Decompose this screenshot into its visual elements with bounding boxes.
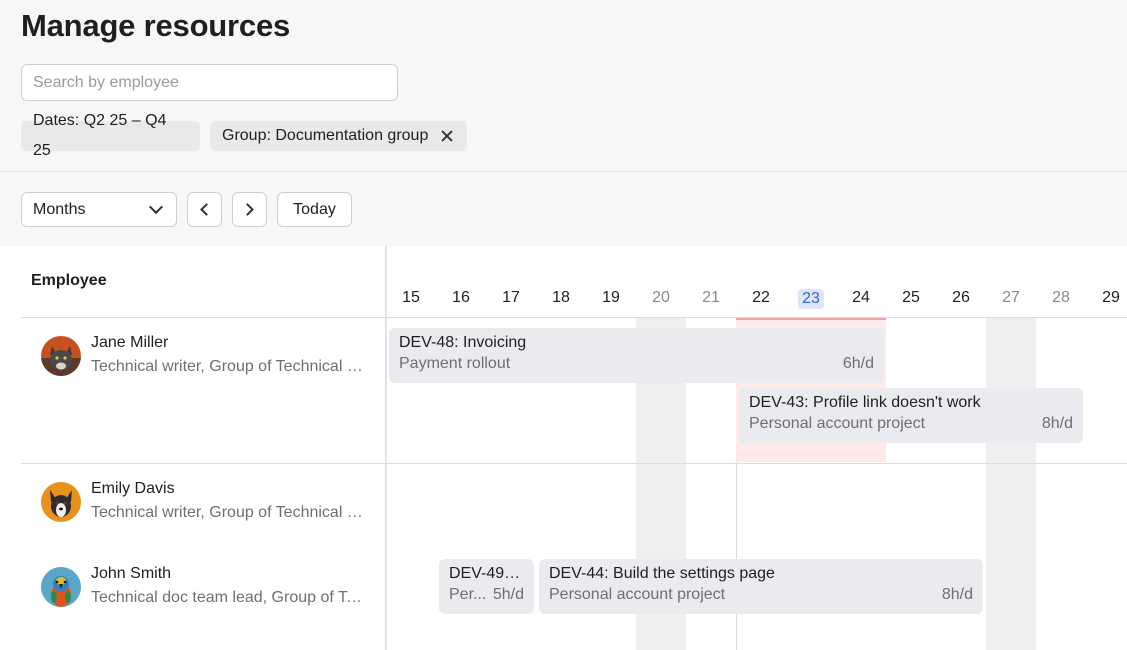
day-header: 26 <box>952 289 970 306</box>
day-header: 25 <box>902 289 920 306</box>
employee-role: Technical writer, Group of Technical Wri… <box>91 504 366 521</box>
day-header: 20 <box>652 289 670 306</box>
day-header: 24 <box>852 289 870 306</box>
row-divider <box>21 463 1127 464</box>
day-header: 29 <box>1102 289 1120 306</box>
day-header: 18 <box>552 289 570 306</box>
task-project: Per... <box>449 586 487 603</box>
filter-chip-dates-label: Dates: Q2 25 – Q4 25 <box>33 112 167 159</box>
weekend-column <box>986 318 1036 650</box>
dog-avatar-icon <box>41 482 81 522</box>
day-header-today: 23 <box>786 289 836 309</box>
task-hours: 6h/d <box>842 355 874 372</box>
task-project: Personal account project <box>749 415 926 432</box>
employee-role: Technical doc team lead, Group of Techni… <box>91 589 366 606</box>
today-button-label: Today <box>293 200 336 218</box>
task-title: DEV-44: Build the settings page <box>549 565 775 582</box>
view-select-value: Months <box>33 200 86 218</box>
parrot-avatar-icon <box>41 567 81 607</box>
filter-chip-group-label: Group: Documentation group <box>222 127 429 144</box>
previous-button[interactable] <box>187 192 222 227</box>
chevron-right-icon <box>241 203 254 216</box>
employee-column-header: Employee <box>31 272 107 289</box>
day-header: 28 <box>1052 289 1070 306</box>
employee-name[interactable]: John Smith <box>91 565 171 583</box>
task-bar[interactable]: DEV-44: Build the settings page Personal… <box>539 559 983 614</box>
task-hours: 8h/d <box>941 586 973 603</box>
task-title: DEV-49: ... <box>449 565 524 582</box>
task-project: Payment rollout <box>399 355 511 372</box>
avatar <box>41 336 81 376</box>
employee-name[interactable]: Jane Miller <box>91 334 168 352</box>
avatar <box>41 482 81 522</box>
task-bar[interactable]: DEV-43: Profile link doesn't work Person… <box>739 388 1083 443</box>
search-input[interactable] <box>22 65 397 100</box>
day-header: 19 <box>602 289 620 306</box>
avatar <box>41 567 81 607</box>
task-hours: 8h/d <box>1041 415 1073 432</box>
task-bar[interactable]: DEV-48: Invoicing Payment rollout 6h/d <box>389 328 884 383</box>
view-select[interactable]: Months <box>21 192 177 227</box>
cat-avatar-icon <box>41 336 81 376</box>
today-button[interactable]: Today <box>277 192 352 227</box>
section-divider <box>0 171 1127 172</box>
day-header: 17 <box>502 289 520 306</box>
employee-search[interactable] <box>21 64 398 101</box>
page-title: Manage resources <box>21 8 291 43</box>
day-header: 15 <box>402 289 420 306</box>
day-header: 21 <box>702 289 720 306</box>
day-header: 22 <box>752 289 770 306</box>
task-hours: 5h/d <box>492 586 524 603</box>
row-divider <box>21 317 1127 318</box>
filter-chip-dates[interactable]: Dates: Q2 25 – Q4 25 <box>21 112 200 159</box>
task-title: DEV-48: Invoicing <box>399 334 527 351</box>
task-project: Personal account project <box>549 586 726 603</box>
day-header: 16 <box>452 289 470 306</box>
employee-name[interactable]: Emily Davis <box>91 480 175 498</box>
task-title: DEV-43: Profile link doesn't work <box>749 394 981 411</box>
next-button[interactable] <box>232 192 267 227</box>
filter-chip-group[interactable]: Group: Documentation group <box>210 121 467 151</box>
resource-table: Employee 15 16 17 18 19 20 21 22 23 24 2… <box>0 246 1127 650</box>
chevron-down-icon <box>148 199 164 215</box>
day-header: 27 <box>1002 289 1020 306</box>
chevron-left-icon <box>200 203 213 216</box>
week-separator <box>736 462 737 650</box>
employee-role: Technical writer, Group of Technical Wri… <box>91 358 366 375</box>
task-bar[interactable]: DEV-49: ... Per... 5h/d <box>439 559 534 614</box>
close-icon[interactable] <box>440 129 454 143</box>
